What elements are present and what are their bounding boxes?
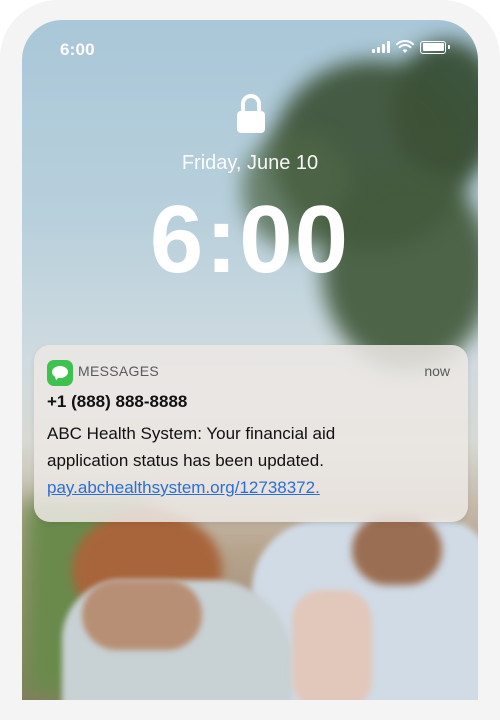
message-notification[interactable]: MESSAGES now +1 (888) 888-8888 ABC Healt… [34, 345, 468, 522]
notification-body: ABC Health System: Your financial aid ap… [47, 420, 457, 501]
messages-app-icon [47, 360, 73, 386]
signal-icon [372, 41, 390, 53]
notification-timestamp: now [424, 363, 450, 379]
lock-icon [237, 94, 265, 133]
wallpaper-person [292, 590, 372, 700]
message-line: application status has been updated. [47, 451, 324, 470]
message-line: ABC Health System: Your financial aid [47, 424, 336, 443]
message-link[interactable]: pay.abchealthsystem.org/12738372. [47, 478, 320, 497]
status-bar-time: 6:00 [60, 40, 95, 59]
battery-icon [420, 40, 446, 54]
notification-sender: +1 (888) 888-8888 [47, 392, 188, 411]
status-bar-icons [372, 40, 450, 54]
lock-screen-date: Friday, June 10 [181, 152, 319, 174]
phone-frame: 6:00 Friday, June 10 6:00 MESSAGES now +… [0, 0, 500, 720]
notification-app-name: MESSAGES [78, 363, 159, 379]
wifi-icon [396, 40, 414, 53]
wallpaper-person [352, 515, 442, 585]
wallpaper-person [82, 580, 202, 650]
battery-cap [448, 45, 450, 49]
lock-screen-clock: 6:00 [149, 186, 351, 293]
